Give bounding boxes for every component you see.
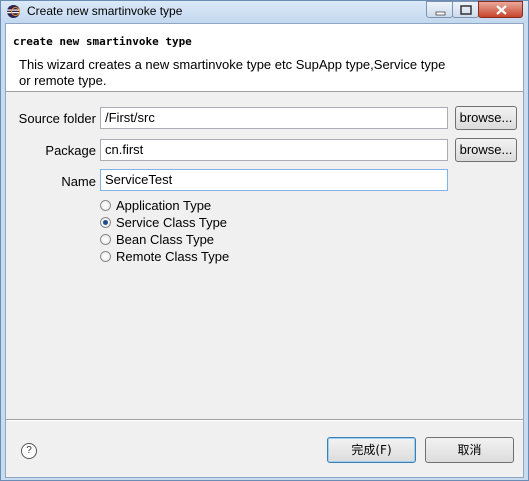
close-icon: [496, 5, 507, 15]
wizard-banner: create new smartinvoke type This wizard …: [6, 24, 523, 92]
package-input[interactable]: cn.first: [100, 139, 448, 161]
dialog-body: create new smartinvoke type This wizard …: [5, 23, 524, 478]
radio-button[interactable]: [100, 233, 111, 245]
radio-label: Application Type: [116, 197, 212, 213]
source-folder-browse-button[interactable]: browse...: [455, 106, 517, 130]
radio-button[interactable]: [100, 250, 111, 262]
radio-label: Bean Class Type: [116, 231, 215, 247]
source-folder-input[interactable]: /First/src: [100, 107, 448, 129]
help-icon[interactable]: ?: [21, 443, 37, 459]
maximize-icon: [460, 5, 472, 15]
cancel-button[interactable]: 取消: [425, 437, 514, 463]
minimize-icon: [435, 11, 446, 16]
radio-label: Service Class Type: [116, 214, 228, 230]
maximize-button[interactable]: [452, 1, 479, 18]
radio-bean-class-type[interactable]: Bean Class Type: [100, 231, 214, 247]
source-folder-label: Source folder: [18, 111, 96, 126]
name-input[interactable]: ServiceTest: [100, 169, 448, 191]
minimize-button[interactable]: [426, 1, 453, 18]
close-button[interactable]: [478, 1, 523, 18]
name-label: Name: [61, 174, 96, 189]
title-bar[interactable]: Create new smartinvoke type: [1, 1, 528, 23]
eclipse-icon: [7, 5, 20, 18]
package-browse-button[interactable]: browse...: [455, 138, 517, 162]
radio-service-class-type[interactable]: Service Class Type: [100, 214, 227, 230]
finish-button[interactable]: 完成(F): [327, 437, 416, 463]
banner-description: This wizard creates a new smartinvoke ty…: [19, 57, 446, 88]
radio-button[interactable]: [100, 199, 111, 211]
dialog-window: Create new smartinvoke type create new s…: [0, 0, 529, 481]
footer-divider: [6, 419, 523, 421]
radio-label: Remote Class Type: [116, 248, 230, 264]
radio-application-type[interactable]: Application Type: [100, 197, 211, 213]
banner-heading: create new smartinvoke type: [13, 35, 192, 48]
window-title: Create new smartinvoke type: [27, 4, 183, 18]
package-label: Package: [45, 143, 96, 158]
radio-remote-class-type[interactable]: Remote Class Type: [100, 248, 229, 264]
radio-button-selected[interactable]: [100, 216, 111, 228]
